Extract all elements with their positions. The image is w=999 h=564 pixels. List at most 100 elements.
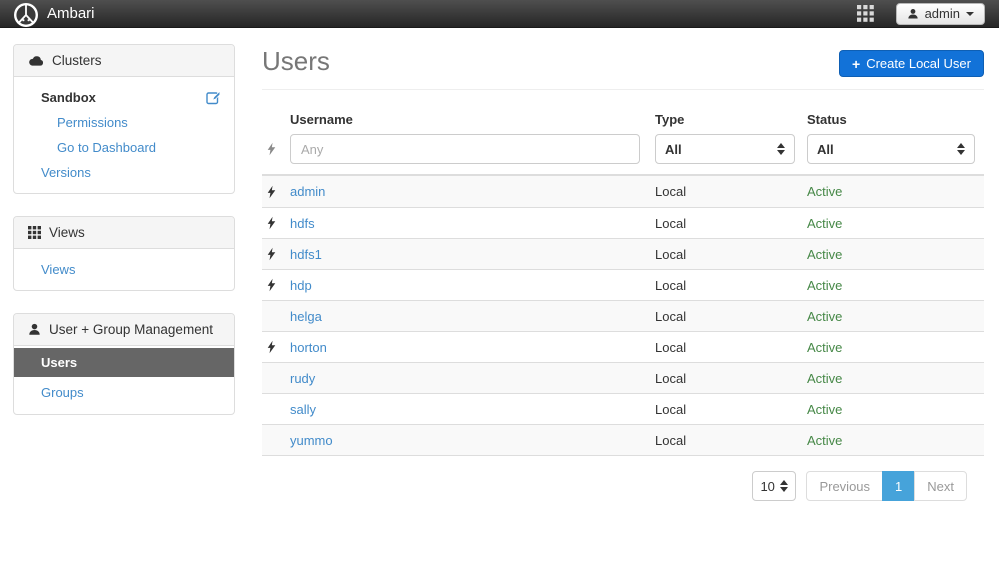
user-status: Active	[807, 184, 984, 199]
cluster-row: Sandbox	[14, 85, 234, 110]
row-bolt-cell	[262, 216, 290, 230]
username-filter-input[interactable]	[290, 134, 640, 164]
type-column-header: Type	[655, 112, 807, 127]
table-row: hdfs1 Local Active	[262, 238, 984, 269]
sidebar-item-views[interactable]: Views	[14, 257, 234, 282]
sidebar-item-permissions[interactable]: Permissions	[14, 110, 234, 135]
filter-bolt-cell	[262, 142, 290, 156]
user-type: Local	[655, 247, 807, 262]
next-page-button[interactable]: Next	[914, 471, 967, 501]
bolt-icon	[267, 185, 276, 199]
bolt-icon	[267, 142, 276, 156]
main-header: Users + Create Local User	[262, 46, 984, 77]
username-link[interactable]: hdfs	[290, 216, 315, 231]
table-row: hdfs Local Active	[262, 207, 984, 238]
bolt-icon	[267, 278, 276, 292]
create-local-user-button[interactable]: + Create Local User	[839, 50, 984, 77]
views-panel: Views Views	[13, 216, 235, 291]
plus-icon: +	[852, 57, 860, 71]
table-row: rudy Local Active	[262, 362, 984, 393]
views-panel-body: Views	[14, 249, 234, 290]
clusters-panel-title: Clusters	[52, 53, 102, 68]
brand-group: Ambari	[14, 0, 95, 27]
apps-grid-icon[interactable]	[857, 5, 874, 22]
sidebar: Clusters Sandbox Permissions Go to Dashb…	[13, 44, 235, 501]
user-status: Active	[807, 433, 984, 448]
select-spinner-icon	[777, 143, 785, 155]
user-type: Local	[655, 184, 807, 199]
status-filter-value: All	[817, 142, 834, 157]
pagination-bar: 10 Previous 1 Next	[262, 471, 984, 501]
username-link[interactable]: helga	[290, 309, 322, 324]
type-filter-value: All	[665, 142, 682, 157]
person-icon	[28, 323, 41, 336]
table-row: helga Local Active	[262, 300, 984, 331]
page-size-value: 10	[760, 479, 774, 494]
username-link[interactable]: sally	[290, 402, 316, 417]
page-container: Clusters Sandbox Permissions Go to Dashb…	[0, 28, 999, 501]
previous-page-button[interactable]: Previous	[806, 471, 883, 501]
header-divider	[262, 89, 984, 90]
username-link[interactable]: horton	[290, 340, 327, 355]
row-bolt-cell	[262, 402, 290, 416]
username-link[interactable]: hdfs1	[290, 247, 322, 262]
status-filter-cell: All	[807, 134, 984, 164]
username-link[interactable]: rudy	[290, 371, 315, 386]
current-page-button[interactable]: 1	[882, 471, 915, 501]
cluster-name: Sandbox	[41, 90, 96, 105]
username-link[interactable]: hdp	[290, 278, 312, 293]
user-type: Local	[655, 309, 807, 324]
user-status: Active	[807, 371, 984, 386]
cloud-icon	[28, 55, 44, 66]
sidebar-item-groups[interactable]: Groups	[14, 377, 234, 408]
main-content: Users + Create Local User Username Type …	[262, 44, 984, 501]
navbar-right: admin	[857, 3, 985, 25]
user-icon	[907, 8, 919, 20]
row-bolt-cell	[262, 247, 290, 261]
user-status: Active	[807, 278, 984, 293]
type-filter-cell: All	[655, 134, 807, 164]
bolt-icon	[267, 340, 276, 354]
user-status: Active	[807, 309, 984, 324]
row-bolt-cell	[262, 340, 290, 354]
username-link[interactable]: admin	[290, 184, 325, 199]
user-type: Local	[655, 433, 807, 448]
table-row: sally Local Active	[262, 393, 984, 424]
status-filter-select[interactable]: All	[807, 134, 975, 164]
user-group-panel-title: User + Group Management	[49, 322, 213, 337]
bolt-icon	[267, 247, 276, 261]
views-panel-heading: Views	[14, 217, 234, 249]
users-table: Username Type Status All	[262, 112, 984, 456]
user-type: Local	[655, 371, 807, 386]
username-link[interactable]: yummo	[290, 433, 333, 448]
user-group-panel-heading: User + Group Management	[14, 314, 234, 346]
row-bolt-cell	[262, 278, 290, 292]
views-panel-title: Views	[49, 225, 85, 240]
sidebar-item-go-to-dashboard[interactable]: Go to Dashboard	[14, 135, 234, 160]
type-filter-select[interactable]: All	[655, 134, 795, 164]
user-type: Local	[655, 402, 807, 417]
sidebar-item-versions[interactable]: Versions	[14, 160, 234, 185]
clusters-panel-body: Sandbox Permissions Go to Dashboard Vers…	[14, 77, 234, 193]
row-bolt-cell	[262, 371, 290, 385]
sidebar-item-users[interactable]: Users	[14, 348, 234, 377]
row-bolt-cell	[262, 433, 290, 447]
grid-icon	[28, 226, 41, 239]
table-row: yummo Local Active	[262, 424, 984, 455]
username-filter-cell	[290, 134, 655, 164]
user-status: Active	[807, 340, 984, 355]
user-group-panel-body: Users Groups	[14, 346, 234, 414]
create-local-user-label: Create Local User	[866, 56, 971, 71]
select-spinner-icon	[780, 480, 788, 492]
user-menu-button[interactable]: admin	[896, 3, 985, 25]
ambari-logo-icon	[14, 3, 38, 27]
clusters-panel: Clusters Sandbox Permissions Go to Dashb…	[13, 44, 235, 194]
user-type: Local	[655, 216, 807, 231]
row-bolt-cell	[262, 309, 290, 323]
user-status: Active	[807, 247, 984, 262]
page-size-select[interactable]: 10	[752, 471, 796, 501]
clusters-panel-heading: Clusters	[14, 45, 234, 77]
edit-cluster-icon[interactable]	[206, 90, 221, 105]
user-group-panel: User + Group Management Users Groups	[13, 313, 235, 415]
caret-down-icon	[966, 12, 974, 16]
